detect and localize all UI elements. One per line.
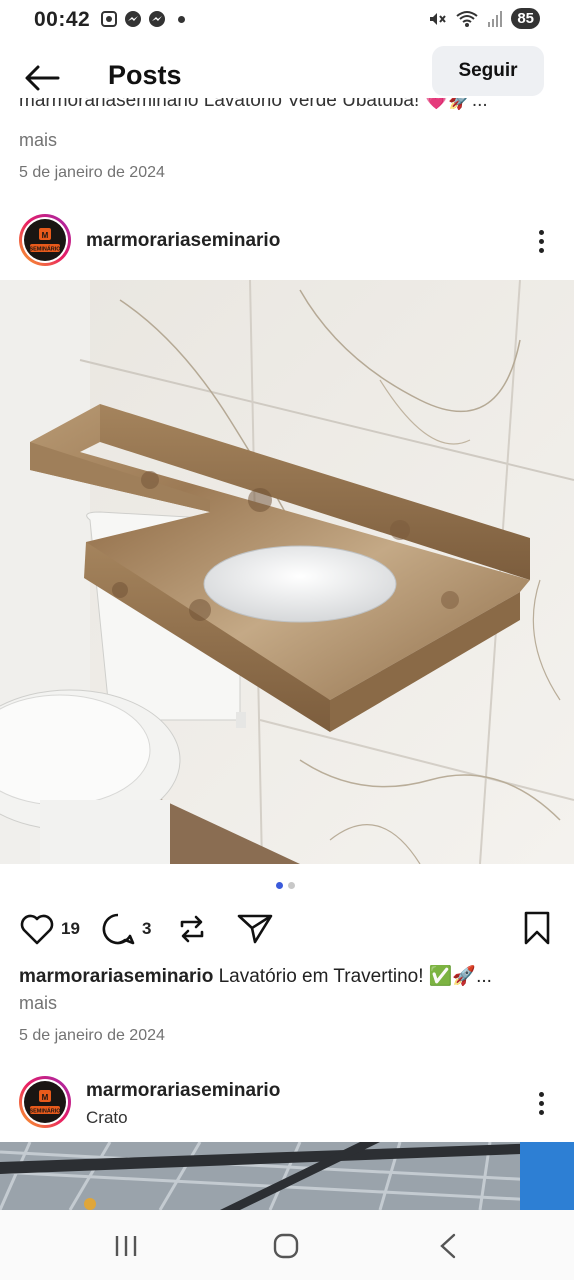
post-caption: marmorariaseminario Lavatório em Travert…	[19, 964, 559, 988]
next-post-location[interactable]: Crato	[86, 1108, 128, 1128]
mute-icon	[430, 12, 447, 25]
save-action[interactable]	[520, 910, 554, 946]
next-post-username[interactable]: marmorariaseminario	[86, 1080, 280, 1102]
recent-apps-button[interactable]	[106, 1226, 146, 1266]
notification-icons	[100, 10, 185, 28]
comment-icon[interactable]	[100, 912, 136, 946]
carousel-indicator	[276, 882, 295, 889]
svg-text:M: M	[42, 231, 49, 240]
system-status: 85	[427, 8, 540, 29]
home-button[interactable]	[266, 1226, 306, 1266]
status-time: 00:42	[34, 8, 91, 31]
system-back-button[interactable]	[428, 1226, 468, 1266]
roof-photo	[0, 1142, 574, 1210]
chevron-left-icon	[440, 1233, 456, 1259]
comment-count[interactable]: 3	[142, 919, 151, 939]
next-post-avatar[interactable]: M SEMINÁRIO	[19, 1076, 71, 1128]
prev-post-caption: marmorariaseminario Lavatório Verde Ubat…	[19, 98, 559, 120]
like-action[interactable]: 19	[19, 912, 80, 946]
post-more-link[interactable]: mais	[19, 993, 57, 1014]
post-username[interactable]: marmorariaseminario	[86, 230, 280, 252]
share-action[interactable]	[236, 912, 274, 946]
repost-action[interactable]	[174, 912, 210, 946]
next-avatar-brand-text: SEMINÁRIO	[29, 1108, 61, 1115]
send-icon[interactable]	[236, 912, 274, 946]
heart-icon[interactable]	[19, 912, 55, 946]
messenger-icon-2	[149, 11, 165, 27]
prev-post-more-link[interactable]: mais	[19, 130, 57, 151]
avatar-brand-text: SEMINÁRIO	[29, 246, 61, 253]
post-image[interactable]	[0, 280, 574, 864]
post-options-button[interactable]	[526, 226, 556, 256]
back-arrow-icon	[25, 65, 60, 91]
post-date: 5 de janeiro de 2024	[19, 1027, 165, 1044]
comment-action[interactable]: 3	[100, 912, 151, 946]
messenger-icon	[125, 11, 141, 27]
status-bar: 00:42 85	[0, 0, 574, 40]
svg-text:M: M	[42, 1093, 49, 1102]
next-post-options-button[interactable]	[526, 1088, 556, 1118]
signal-icon	[488, 10, 503, 27]
repost-icon[interactable]	[174, 912, 210, 946]
more-notifications-dot	[178, 15, 185, 23]
recent-apps-icon	[115, 1236, 137, 1256]
carousel-dot-active	[276, 882, 283, 889]
page-title: Posts	[108, 60, 182, 90]
caption-username[interactable]: marmorariaseminario	[19, 966, 213, 987]
avatar[interactable]: M SEMINÁRIO	[19, 214, 71, 266]
like-count[interactable]: 19	[61, 919, 80, 939]
screenshot-icon	[101, 11, 117, 27]
bookmark-icon[interactable]	[520, 910, 554, 946]
prev-post-date: 5 de janeiro de 2024	[19, 164, 165, 181]
back-button[interactable]	[22, 58, 62, 98]
brand-logo-icon-2: M SEMINÁRIO	[29, 1090, 61, 1115]
follow-button[interactable]: Seguir	[432, 46, 544, 96]
brand-logo-icon: M SEMINÁRIO	[29, 228, 61, 253]
wifi-icon	[456, 10, 478, 27]
caption-text: Lavatório em Travertino! ✅🚀...	[213, 966, 492, 987]
lavatory-photo	[0, 280, 574, 864]
next-post-image[interactable]	[0, 1142, 574, 1210]
home-icon	[273, 1233, 299, 1259]
battery-indicator: 85	[511, 8, 540, 29]
prev-post-caption-text: marmorariaseminario Lavatório Verde Ubat…	[19, 98, 488, 111]
carousel-dot	[288, 882, 295, 889]
